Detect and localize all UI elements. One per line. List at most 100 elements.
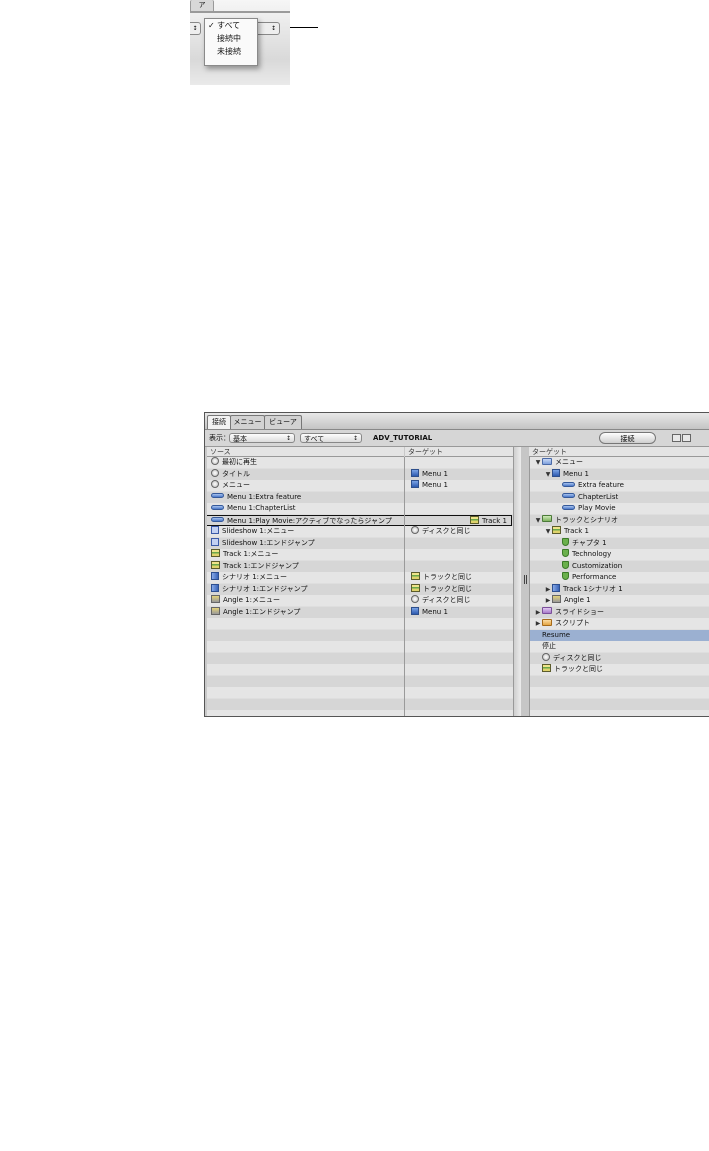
view-popup[interactable]: 基本 ↕ (229, 433, 295, 443)
tab-bar: 接続 メニュー ビューア (205, 413, 709, 430)
menu-item-unconnected[interactable]: 未接続 (205, 46, 257, 58)
connection-row[interactable]: タイトル Menu 1 (207, 468, 513, 481)
tree-item[interactable]: ▶ Angle 1 (530, 595, 709, 607)
pane-splitter[interactable] (521, 447, 529, 716)
tab-connection[interactable]: 接続 (207, 415, 231, 429)
source-cell: シナリオ 1:メニュー (211, 572, 287, 584)
tab-viewer[interactable]: ビューア (264, 415, 302, 429)
view-popup-edge[interactable]: ↕ (190, 22, 201, 35)
target-cell: ディスクと同じ (411, 595, 471, 607)
tree-item[interactable]: Extra feature (530, 480, 709, 492)
source-cell: Track 1:メニュー (211, 549, 278, 561)
popup-arrow-icon: ↕ (352, 435, 358, 442)
source-label: Menu 1:Extra feature (227, 492, 302, 501)
scen-icon (211, 572, 219, 580)
target-label: Menu 1 (422, 469, 448, 478)
view-label: 表示： (209, 434, 230, 442)
column-divider (404, 457, 405, 716)
tree-item[interactable]: Play Movie (530, 503, 709, 515)
track-icon (470, 515, 479, 524)
column-view-icon[interactable] (682, 434, 691, 442)
track-icon (411, 583, 420, 592)
tree-item[interactable]: Technology (530, 549, 709, 561)
connection-row[interactable]: 最初に再生 (207, 457, 513, 469)
circle-icon (211, 480, 219, 488)
angle-icon (211, 595, 220, 603)
tree-item[interactable]: ▼ Track 1 (530, 526, 709, 538)
track-icon (211, 560, 220, 569)
angle-icon (211, 606, 220, 615)
connection-row[interactable]: Angle 1:エンドジャンプ Menu 1 (207, 606, 513, 619)
list-view-icon[interactable] (672, 434, 681, 442)
connection-row[interactable]: Track 1:メニュー (207, 549, 513, 561)
target-label: Menu 1 (422, 607, 448, 616)
connection-row[interactable]: Angle 1:メニュー ディスクと同じ (207, 595, 513, 607)
source-label: Slideshow 1:エンドジャンプ (222, 538, 315, 547)
tab-bar-divider (190, 11, 290, 13)
connection-row[interactable]: Menu 1:Extra feature (207, 492, 513, 504)
connection-row[interactable]: Menu 1:Play Movie:アクティブでなったらジャンプ Track 1 (207, 514, 512, 526)
disclosure-closed-icon[interactable]: ▶ (544, 595, 552, 607)
source-column-header[interactable]: ソース (207, 447, 404, 457)
project-name: ADV_TUTORIAL (373, 434, 433, 442)
tree-item[interactable]: ChapterList (530, 492, 709, 504)
filter-popup[interactable]: すべて ↕ (300, 433, 362, 443)
disclosure-open-icon[interactable]: ▼ (544, 526, 552, 538)
circle-icon (411, 526, 419, 534)
connection-row[interactable]: Track 1:エンドジャンプ (207, 560, 513, 573)
menu-item-connected[interactable]: 接続中 (205, 33, 257, 45)
tree-item-label: Resume (542, 630, 571, 639)
target-label: Menu 1 (422, 481, 448, 489)
pill-icon (211, 493, 224, 498)
disclosure-closed-icon[interactable]: ▶ (534, 618, 542, 630)
connect-button[interactable]: 接続 (599, 432, 656, 444)
tree-item[interactable]: 停止 (530, 641, 709, 653)
tree-item[interactable]: ▶ Track 1シナリオ 1 (530, 583, 709, 596)
target-column-header[interactable]: ターゲット (405, 447, 513, 457)
tree-item[interactable]: Customization (530, 560, 709, 573)
tree-item[interactable]: ディスクと同じ (530, 652, 709, 665)
tree-header: ターゲット (529, 447, 709, 457)
splitter-grip-icon[interactable] (524, 575, 527, 584)
connection-row[interactable]: Slideshow 1:メニュー ディスクと同じ (207, 526, 513, 538)
tab-menu[interactable]: メニュー (230, 415, 265, 429)
disclosure-closed-icon[interactable]: ▶ (534, 607, 542, 619)
source-label: メニュー (222, 481, 250, 489)
menu-item-all[interactable]: ✓ すべて (205, 20, 257, 32)
disclosure-open-icon[interactable]: ▼ (534, 515, 542, 527)
source-label: 最初に再生 (222, 458, 257, 466)
source-cell: Menu 1:Extra feature (211, 492, 301, 504)
connection-row[interactable]: シナリオ 1:メニュー トラックと同じ (207, 572, 513, 584)
disclosure-closed-icon[interactable]: ▶ (544, 584, 552, 596)
circle-icon (211, 457, 219, 465)
tree-item[interactable]: チャプタ 1 (530, 537, 709, 550)
tree-item[interactable]: トラックと同じ (530, 664, 709, 676)
source-cell: Angle 1:メニュー (211, 595, 280, 607)
tree-item[interactable]: ▼ メニュー (530, 457, 709, 469)
tree-item[interactable]: ▼ Menu 1 (530, 468, 709, 481)
disclosure-open-icon[interactable]: ▼ (544, 469, 552, 481)
tree-item[interactable]: Resume (530, 629, 709, 641)
tree-item[interactable]: ▶ スクリプト (530, 618, 709, 630)
connection-row[interactable]: Slideshow 1:エンドジャンプ (207, 537, 513, 550)
callout-line (290, 27, 318, 28)
menu-icon (411, 468, 419, 477)
tree-item[interactable]: ▼ トラックとシナリオ (530, 515, 709, 527)
tree-item-label: スクリプト (555, 619, 590, 627)
tree-item-label: Play Movie (578, 504, 616, 512)
tree-item[interactable]: Performance (530, 572, 709, 584)
target-cell: Menu 1 (411, 606, 448, 619)
disclosure-open-icon[interactable]: ▼ (534, 457, 542, 469)
scen-icon (211, 583, 219, 592)
tree-item[interactable]: ▶ スライドショー (530, 607, 709, 619)
target-label: Track 1 (482, 516, 507, 525)
source-label: タイトル (222, 469, 250, 478)
tree-item-label: トラックとシナリオ (555, 515, 618, 524)
circle-icon (211, 468, 219, 477)
tree-item-label: Menu 1 (563, 469, 589, 478)
connection-row[interactable]: Menu 1:ChapterList (207, 503, 513, 515)
connection-row[interactable]: シナリオ 1:エンドジャンプ トラックと同じ (207, 583, 513, 596)
view-popup-value: 基本 (233, 435, 247, 443)
tree-item-label: チャプタ 1 (572, 538, 607, 547)
connection-row[interactable]: メニュー Menu 1 (207, 480, 513, 492)
